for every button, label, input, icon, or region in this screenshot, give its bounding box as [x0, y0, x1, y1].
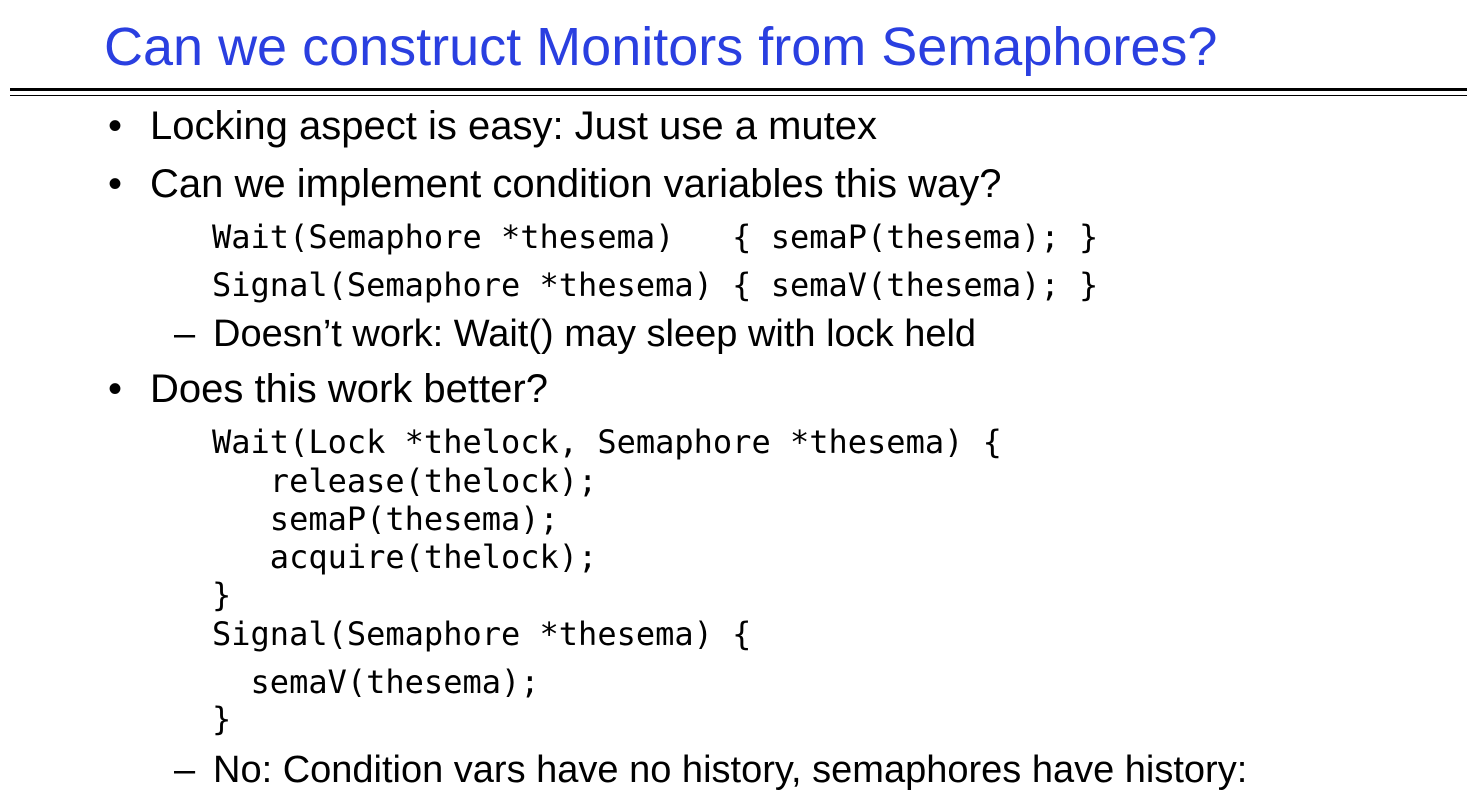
- code-line: semaP(thesema);: [212, 500, 559, 538]
- bullet-locking: Locking aspect is easy: Just use a mutex: [150, 104, 878, 148]
- code-line: acquire(thelock);: [212, 538, 598, 576]
- bullet-marker: •: [108, 367, 123, 411]
- bullet-marker: •: [108, 162, 123, 206]
- code-line: release(thelock);: [212, 462, 598, 500]
- code-line: Wait(Semaphore *thesema) { semaP(thesema…: [212, 218, 1099, 256]
- code-line: }: [212, 576, 232, 614]
- code-line: }: [212, 700, 232, 738]
- code-line: semaV(thesema);: [212, 663, 540, 701]
- slide-title: Can we construct Monitors from Semaphore…: [104, 17, 1218, 77]
- code-line: Signal(Semaphore *thesema) { semaV(these…: [212, 266, 1099, 304]
- title-divider-thick: [10, 88, 1467, 91]
- code-line: Signal(Semaphore *thesema) {: [212, 615, 752, 653]
- code-line: Wait(Lock *thelock, Semaphore *thesema) …: [212, 423, 1002, 461]
- bullet-work-better: Does this work better?: [150, 367, 548, 411]
- bullet-condition-vars: Can we implement condition variables thi…: [150, 162, 1002, 206]
- sub-bullet-no-history: No: Condition vars have no history, sema…: [213, 749, 1248, 791]
- sub-bullet-doesnt-work: Doesn’t work: Wait() may sleep with lock…: [213, 313, 977, 355]
- bullet-marker: •: [108, 104, 123, 148]
- title-divider-thin: [10, 95, 1467, 96]
- sub-bullet-marker: –: [174, 313, 196, 355]
- sub-bullet-marker: –: [174, 749, 196, 791]
